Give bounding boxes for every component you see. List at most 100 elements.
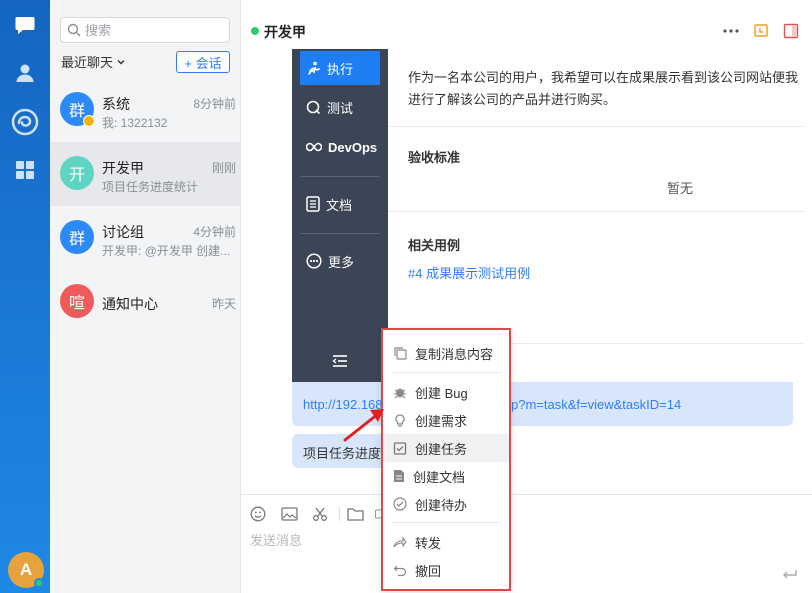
image-icon[interactable] [280,505,298,523]
forward-icon [393,536,407,548]
menu-item-create-todo[interactable]: 创建待办 [383,490,509,518]
chat-time: 刚刚 [211,161,236,175]
infinity-icon [306,142,322,152]
menu-item-label: 转发 [415,535,442,551]
menu-item-create-doc[interactable]: 创建文档 [383,462,509,490]
chat-name: 通知中心 [102,296,158,312]
avatar: 群 [60,220,94,254]
nav-item-execute: 执行 [300,51,380,85]
annotation-arrow-icon [343,409,384,442]
menu-item-label: 创建任务 [415,441,468,457]
story-description: 作为一名本公司的用户，我希望可以在成果展示看到该公司网站便我进行了解该公司的产品… [408,70,799,107]
menu-item-label: 撤回 [415,563,442,579]
menu-item-label: 创建 Bug [415,385,468,401]
recent-chats-dropdown[interactable]: 最近聊天 [61,52,126,71]
more-icon[interactable] [722,22,740,40]
nav-label: DevOps [328,139,378,155]
nav-item-docs: 文档 [300,187,382,221]
nav-label: 更多 [328,254,355,270]
chat-name: 开发甲 [102,160,144,176]
chat-icon[interactable] [0,5,50,45]
test-icon [306,100,321,114]
chat-name: 讨论组 [102,224,144,240]
menu-item-copy[interactable]: 复制消息内容 [383,339,509,367]
run-icon [308,61,320,75]
divider [388,126,804,127]
menu-item-create-bug[interactable]: 创建 Bug [383,378,509,406]
chat-preview: 开发甲: @开发甲 创建... [102,244,231,258]
search-icon [67,23,81,37]
collapse-menu-icon [332,355,347,367]
menu-item-recall[interactable]: 撤回 [383,556,509,584]
chat-item-discussion-group[interactable]: 群 讨论组 4分钟前 开发甲: @开发甲 创建... [50,206,240,270]
star-badge-icon [83,115,95,127]
chat-item-developer[interactable]: 开 开发甲 刚刚 项目任务进度统计 [50,142,240,206]
chat-item-notification-center[interactable]: 喧 通知中心 昨天 [50,270,240,334]
message-text: 项目任务进度 [303,446,382,461]
chat-header: 开发甲 [241,0,812,46]
apps-grid-icon[interactable] [0,150,50,190]
menu-item-label: 创建需求 [415,413,468,429]
more-circle-icon [306,253,322,269]
message-composer [241,494,812,593]
toolbar-divider [339,507,340,521]
shared-screenshot-message[interactable]: 执行 测试 DevOps 文档 更多 作为一名本公司的用户，我希望可以在成果展示… [292,49,804,382]
nav-item-test: 测试 [300,90,382,124]
sidebar-toggle-icon[interactable] [782,22,800,40]
document-icon [306,196,320,212]
message-link-suffix[interactable]: p?m=task&f=view&taskID=14 [511,397,681,412]
online-status-dot [34,578,44,588]
menu-item-label: 创建待办 [415,497,468,513]
copy-icon [394,347,407,360]
menu-divider [391,372,501,373]
chat-title: 开发甲 [264,24,306,40]
chat-item-system[interactable]: 群 系统 8分钟前 我: 1322132 [50,78,240,142]
message-context-menu: 复制消息内容 创建 Bug 创建需求 创建任务 创建文档 创建待办 转发 撤回 [381,328,511,591]
screenshot-nav: 执行 测试 DevOps 文档 更多 [292,49,388,382]
chat-list-panel: 最近聊天 + 会话 群 系统 8分钟前 我: 1322132 开 开发甲 刚刚 … [50,0,241,593]
search-input[interactable] [85,22,215,38]
divider [388,211,804,212]
send-enter-icon[interactable] [782,569,798,581]
menu-item-label: 复制消息内容 [415,346,494,362]
task-icon [393,442,407,455]
screenshot-icon[interactable] [311,505,329,523]
lightbulb-icon [395,414,405,427]
related-cases-heading: 相关用例 [408,238,461,253]
document-icon [394,470,404,482]
contacts-icon[interactable] [0,53,50,93]
pin-icon[interactable] [752,22,770,40]
avatar: 开 [60,156,94,190]
nav-item-more: 更多 [300,244,382,278]
nav-label: 执行 [327,61,354,77]
chevron-down-icon [117,59,125,64]
nav-divider [300,176,380,177]
menu-item-create-task[interactable]: 创建任务 [383,434,509,462]
left-rail: A [0,0,50,593]
recent-chats-label: 最近聊天 [61,55,114,70]
undo-icon [393,565,407,577]
nav-divider [300,233,380,234]
chat-time: 4分钟前 [193,225,236,239]
nav-item-devops: DevOps [300,130,382,164]
online-status-dot [251,27,259,35]
chat-time: 昨天 [211,297,236,311]
related-case-link: #4 成果展示测试用例 [408,266,531,281]
emoji-icon[interactable] [249,505,267,523]
chat-preview: 我: 1322132 [102,116,168,130]
search-box[interactable] [60,17,230,43]
menu-item-create-story[interactable]: 创建需求 [383,406,509,434]
todo-check-icon [393,497,407,511]
folder-icon[interactable] [346,505,364,523]
menu-item-label: 创建文档 [413,469,466,485]
acceptance-heading: 验收标准 [408,150,461,165]
bug-icon [394,388,406,399]
menu-item-forward[interactable]: 转发 [383,528,509,556]
chat-name: 系统 [102,96,130,112]
chat-preview: 项目任务进度统计 [102,180,199,194]
nav-label: 测试 [327,100,354,116]
new-chat-button[interactable]: + 会话 [176,51,230,73]
nav-label: 文档 [326,197,353,213]
app-logo-icon[interactable] [0,102,50,142]
chat-time: 8分钟前 [193,97,236,111]
